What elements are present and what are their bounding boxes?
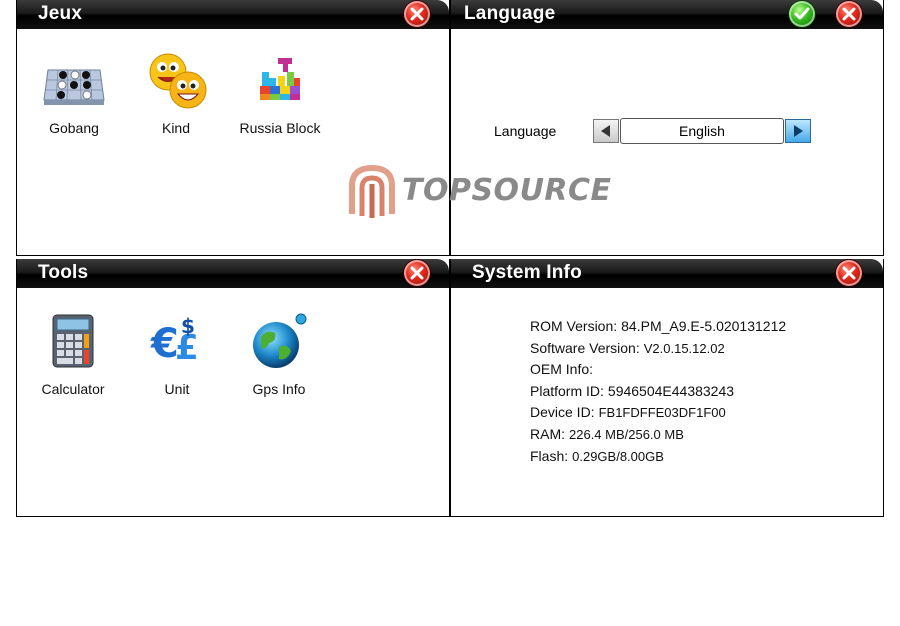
system-info-close-button[interactable]	[836, 260, 862, 286]
app-kind[interactable]: Kind	[126, 50, 226, 136]
app-russia-block[interactable]: Russia Block	[230, 50, 330, 136]
info-value: 84.PM_A9.E-5.020131212	[621, 318, 787, 334]
tools-close-button[interactable]	[404, 260, 430, 286]
language-close-button[interactable]	[836, 1, 862, 27]
arrow-left-icon	[601, 125, 610, 137]
tools-panel: Tools Calculator € £ $ Unit Gps Info	[16, 259, 450, 517]
close-icon	[842, 7, 856, 21]
app-label: Calculator	[41, 381, 105, 397]
info-row-oem: OEM Info:	[530, 359, 786, 381]
games-close-button[interactable]	[404, 1, 430, 27]
confirm-button[interactable]	[789, 1, 815, 27]
language-title: Language	[464, 3, 556, 24]
watermark: TOPSOURCE	[346, 164, 611, 220]
info-key: OEM Info:	[530, 361, 594, 378]
info-row-rom: ROM Version: 84.PM_A9.E-5.020131212	[530, 316, 786, 338]
info-value: 5946504E44383243	[607, 382, 735, 399]
arrow-right-icon	[794, 125, 803, 137]
games-title: Jeux	[38, 3, 83, 24]
close-icon	[842, 266, 856, 280]
app-calculator[interactable]: Calculator	[23, 311, 123, 397]
info-key: Flash:	[530, 447, 569, 464]
app-label: Kind	[161, 120, 191, 136]
info-row-ram: RAM: 226.4 MB/256.0 MB	[530, 424, 786, 446]
info-value: 0.29GB/8.00GB	[572, 448, 664, 464]
info-key: RAM:	[530, 425, 565, 442]
language-prev-button[interactable]	[593, 119, 619, 143]
svg-text:$: $	[181, 314, 195, 338]
info-value: 226.4 MB/256.0 MB	[569, 426, 684, 442]
tools-title: Tools	[38, 262, 89, 283]
info-key: Platform ID:	[530, 382, 604, 399]
info-row-software: Software Version: V2.0.15.12.02	[530, 338, 786, 360]
info-row-device: Device ID: FB1FDFFE03DF1F00	[530, 402, 786, 424]
info-row-flash: Flash: 0.29GB/8.00GB	[530, 446, 786, 468]
language-value-field[interactable]: English	[620, 118, 784, 144]
watermark-text: TOPSOURCE	[402, 173, 612, 208]
language-titlebar: Language	[451, 0, 883, 29]
info-key: ROM Version:	[530, 318, 618, 334]
info-key: Device ID:	[530, 404, 595, 421]
games-titlebar: Jeux	[17, 0, 449, 29]
watermark-logo-icon	[349, 164, 395, 218]
tools-titlebar: Tools	[17, 259, 449, 288]
app-label: Gobang	[49, 120, 99, 136]
app-unit[interactable]: € £ $ Unit	[127, 311, 227, 397]
close-icon	[410, 7, 424, 21]
info-row-platform: Platform ID: 5946504E44383243	[530, 381, 786, 403]
language-next-button[interactable]	[785, 119, 811, 143]
system-info-list: ROM Version: 84.PM_A9.E-5.020131212 Softw…	[530, 316, 786, 467]
info-value: V2.0.15.12.02	[643, 340, 725, 356]
gobang-board-icon	[42, 50, 106, 114]
system-info-title: System Info	[472, 262, 582, 283]
check-icon	[794, 7, 810, 20]
calculator-icon	[41, 311, 105, 375]
smiley-faces-icon	[144, 50, 208, 114]
tetris-blocks-icon	[248, 50, 312, 114]
close-icon	[410, 266, 424, 280]
info-key: Software Version:	[530, 339, 640, 356]
app-label: Russia Block	[239, 120, 321, 136]
app-label: Gps Info	[252, 381, 306, 397]
app-label: Unit	[164, 381, 190, 397]
app-gps-info[interactable]: Gps Info	[229, 311, 329, 397]
system-info-titlebar: System Info	[451, 259, 883, 288]
app-gobang[interactable]: Gobang	[24, 50, 124, 136]
info-value: FB1FDFFE03DF1F00	[598, 405, 726, 421]
currency-unit-icon: € £ $	[145, 311, 209, 375]
globe-icon	[247, 311, 311, 375]
language-field-label: Language	[494, 123, 557, 139]
